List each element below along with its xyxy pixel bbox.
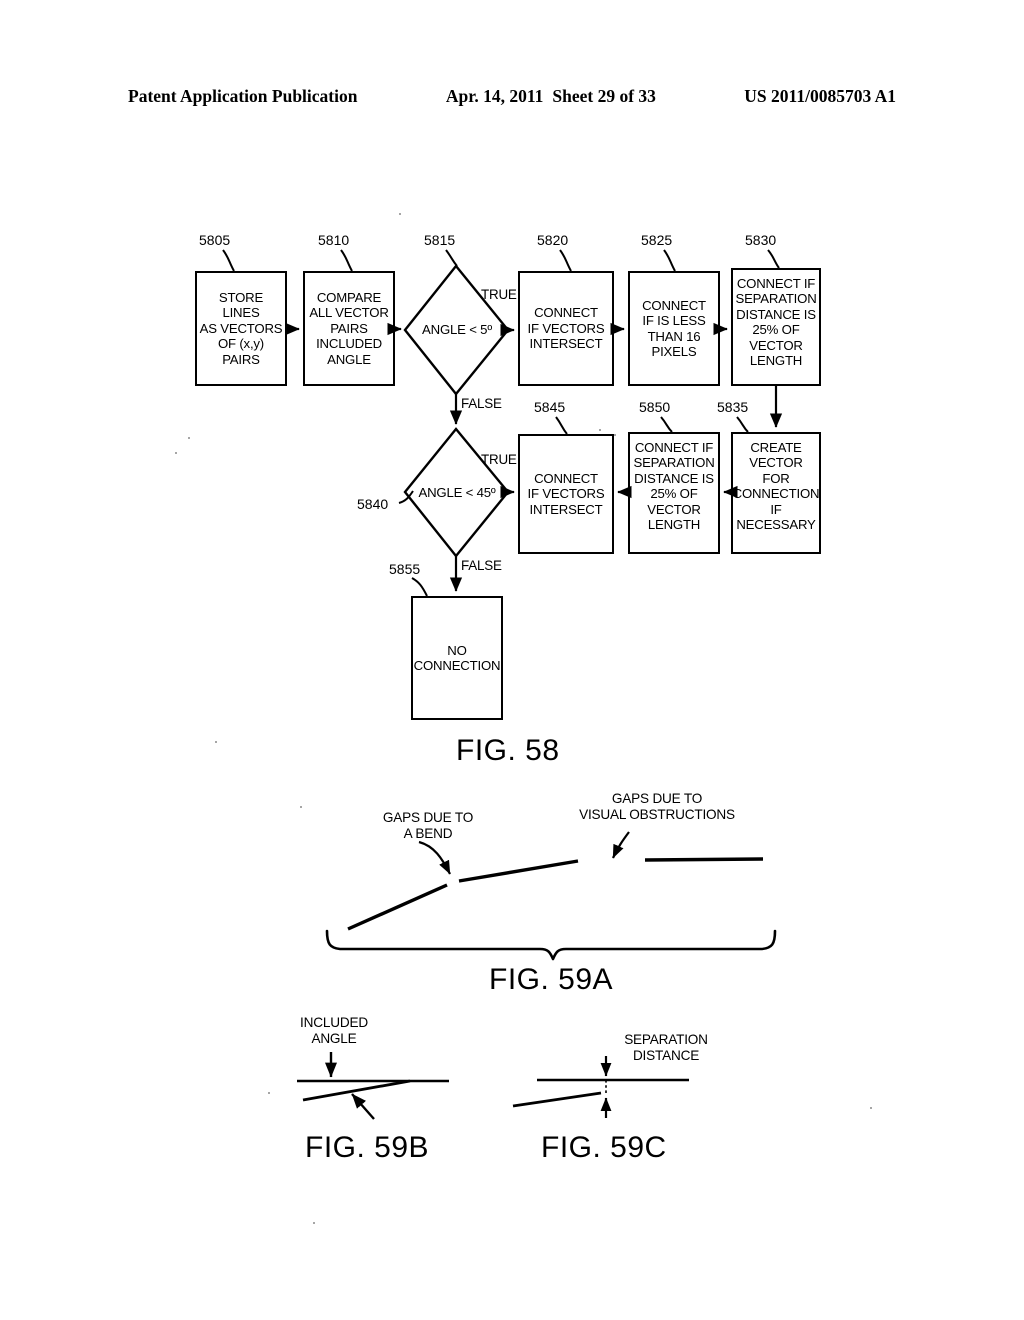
flowchart-box-5825[interactable]: CONNECT IF IS LESS THAN 16 PIXELS (628, 271, 720, 386)
reference-number-5830: 5830 (745, 232, 777, 248)
reference-number-5845: 5845 (534, 399, 566, 415)
annotation-separation-distance: SEPARATION DISTANCE (624, 1032, 708, 1063)
flowchart-box-5805[interactable]: STORE LINES AS VECTORS OF (x,y) PAIRS (195, 271, 287, 386)
sheet-number: Sheet 29 of 33 (552, 86, 656, 106)
figure-caption-58: FIG. 58 (456, 734, 560, 767)
figure-caption-59a: FIG. 59A (489, 963, 614, 996)
flowchart-box-5810[interactable]: COMPARE ALL VECTOR PAIRS INCLUDED ANGLE (303, 271, 395, 386)
figure-caption-59c: FIG. 59C (541, 1131, 667, 1164)
reference-number-5805: 5805 (199, 232, 231, 248)
figure-line-art (0, 0, 1024, 1320)
page-speck (614, 434, 616, 436)
figure-caption-59b: FIG. 59B (305, 1131, 430, 1164)
page-speck (215, 741, 217, 743)
flowchart-box-5835[interactable]: CREATE VECTOR FOR CONNECTION IF NECESSAR… (731, 432, 821, 554)
publication-title: Patent Application Publication (128, 86, 358, 106)
flowchart-box-5850[interactable]: CONNECT IF SEPARATION DISTANCE IS 25% OF… (628, 432, 720, 554)
flowchart-box-5830[interactable]: CONNECT IF SEPARATION DISTANCE IS 25% OF… (731, 268, 821, 386)
publication-number: US 2011/0085703 A1 (744, 86, 896, 106)
page-speck (870, 1107, 872, 1109)
reference-number-5840: 5840 (357, 496, 389, 512)
decision-label-5815[interactable]: ANGLE < 5º (406, 322, 508, 337)
decision-label-5840[interactable]: ANGLE < 45º (402, 485, 512, 500)
reference-number-5850: 5850 (639, 399, 671, 415)
page-speck (313, 1222, 315, 1224)
page-speck (300, 806, 302, 808)
page-speck (188, 437, 190, 439)
page-speck (175, 452, 177, 454)
edge-label-false-5815: FALSE (461, 396, 502, 411)
reference-number-5815: 5815 (424, 232, 456, 248)
publication-date: Apr. 14, 2011 (445, 86, 544, 106)
page-speck (399, 213, 401, 215)
reference-number-5825: 5825 (641, 232, 673, 248)
reference-number-5855: 5855 (389, 561, 421, 577)
reference-number-5820: 5820 (537, 232, 569, 248)
edge-label-false-5840: FALSE (461, 558, 502, 573)
flowchart-box-5845[interactable]: CONNECT IF VECTORS INTERSECT (518, 434, 614, 554)
edge-label-true-5815: TRUE (481, 287, 517, 302)
reference-number-5810: 5810 (318, 232, 350, 248)
flowchart-box-5820[interactable]: CONNECT IF VECTORS INTERSECT (518, 271, 614, 386)
annotation-gaps-due-to-a-bend: GAPS DUE TO A BEND (382, 810, 474, 841)
reference-number-5835: 5835 (717, 399, 749, 415)
annotation-gaps-due-to-visual-obstructions: GAPS DUE TO VISUAL OBSTRUCTIONS (579, 791, 735, 822)
patent-page: Patent Application Publication Apr. 14, … (0, 0, 1024, 1320)
annotation-included-angle: INCLUDED ANGLE (300, 1015, 368, 1046)
flowchart-box-5855[interactable]: NO CONNECTION (411, 596, 503, 720)
page-speck (268, 1092, 270, 1094)
page-speck (599, 429, 601, 431)
edge-label-true-5840: TRUE (481, 452, 517, 467)
page-header: Patent Application Publication Apr. 14, … (0, 86, 1024, 112)
